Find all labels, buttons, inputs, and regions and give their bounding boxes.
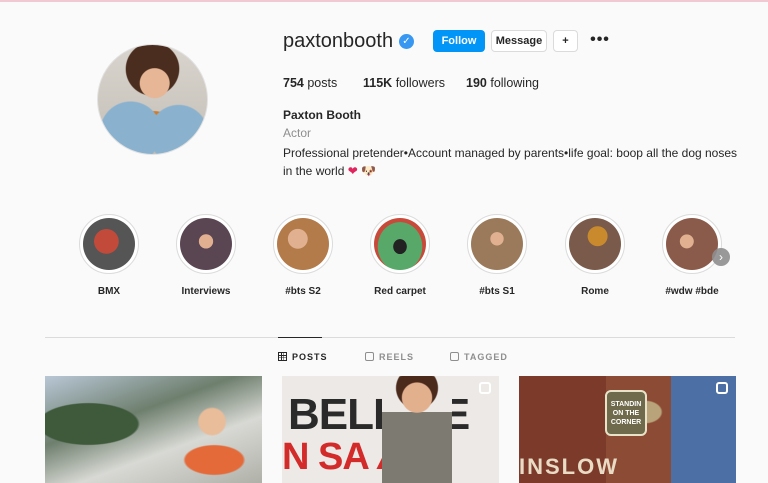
- profile-avatar[interactable]: [97, 44, 208, 155]
- followers-count[interactable]: 115K followers: [363, 76, 445, 90]
- post-thumbnail[interactable]: BELIEVE N SA▲A: [282, 376, 499, 483]
- post-thumbnail[interactable]: STANDIN ON THE CORNER INSLOW: [519, 376, 736, 483]
- reels-icon: [365, 352, 374, 361]
- highlight-ring: [176, 214, 236, 274]
- post-sign: STANDIN ON THE CORNER: [605, 390, 647, 436]
- tab-reels[interactable]: REELS: [365, 352, 414, 362]
- chevron-right-icon[interactable]: ›: [712, 248, 730, 266]
- highlight-label: Rome: [581, 286, 609, 297]
- highlight-ring: [662, 214, 722, 274]
- active-tab-indicator: [278, 337, 322, 338]
- tabs-divider: [45, 337, 735, 338]
- posts-label: posts: [307, 76, 338, 90]
- highlight-ring: [273, 214, 333, 274]
- tab-tagged-label: TAGGED: [464, 352, 508, 362]
- tab-posts-label: POSTS: [292, 352, 328, 362]
- message-button[interactable]: Message: [491, 30, 547, 52]
- highlight-cover: [471, 218, 523, 270]
- highlight-label: Red carpet: [374, 286, 426, 297]
- highlight-cover: [666, 218, 718, 270]
- highlight-cover: [569, 218, 621, 270]
- follow-button[interactable]: Follow: [433, 30, 485, 52]
- highlight-label: #wdw #bde: [665, 286, 719, 297]
- posts-count: 754 posts: [283, 76, 337, 90]
- following-number: 190: [466, 76, 487, 90]
- profile-category: Actor: [283, 126, 312, 140]
- highlight-interviews[interactable]: Interviews: [166, 214, 246, 297]
- following-label: following: [490, 76, 539, 90]
- highlight-ring: [565, 214, 625, 274]
- tab-reels-label: REELS: [379, 352, 415, 362]
- highlight-ring: [79, 214, 139, 274]
- full-name: Paxton Booth: [283, 108, 361, 122]
- grid-icon: [278, 352, 287, 361]
- highlight-cover: [180, 218, 232, 270]
- highlight-bmx[interactable]: BMX: [69, 214, 149, 297]
- bio: Professional pretender•Account managed b…: [283, 144, 743, 180]
- highlight-label: #bts S2: [285, 286, 321, 297]
- tab-posts[interactable]: POSTS: [278, 352, 328, 362]
- suggested-accounts-button[interactable]: +: [553, 30, 578, 52]
- following-count[interactable]: 190 following: [466, 76, 539, 90]
- highlight-label: #bts S1: [479, 286, 515, 297]
- highlight-label: Interviews: [181, 286, 231, 297]
- post-text: INSLOW: [519, 454, 619, 479]
- post-person: [382, 376, 452, 483]
- highlight-ring: [370, 214, 430, 274]
- post-thumbnail[interactable]: [45, 376, 262, 483]
- more-options-icon[interactable]: •••: [590, 30, 610, 52]
- highlight-bts-s2[interactable]: #bts S2: [263, 214, 343, 297]
- highlight-bts-s1[interactable]: #bts S1: [457, 214, 537, 297]
- highlight-cover: [277, 218, 329, 270]
- tab-tagged[interactable]: TAGGED: [450, 352, 508, 362]
- highlight-red-carpet[interactable]: Red carpet: [360, 214, 440, 297]
- bio-emoji: ❤ 🐶: [347, 164, 377, 178]
- carousel-icon: [479, 382, 491, 394]
- add-person-icon: +: [562, 35, 569, 47]
- username: paxtonbooth: [283, 30, 394, 52]
- followers-number: 115K: [363, 76, 393, 90]
- highlight-ring: [467, 214, 527, 274]
- top-border: [0, 0, 768, 2]
- highlight-cover: [83, 218, 135, 270]
- posts-number: 754: [283, 76, 304, 90]
- verified-badge-icon: ✓: [399, 34, 414, 49]
- reel-icon: [716, 382, 728, 394]
- highlight-rome[interactable]: Rome: [555, 214, 635, 297]
- highlight-label: BMX: [97, 286, 121, 297]
- followers-label: followers: [395, 76, 446, 90]
- highlight-cover: [374, 218, 426, 270]
- tagged-icon: [450, 352, 459, 361]
